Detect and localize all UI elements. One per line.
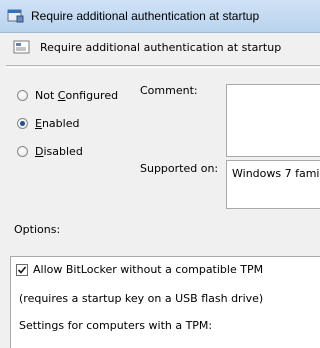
radio-not-configured[interactable]: Not Configured xyxy=(17,89,118,102)
radio-label: Disabled xyxy=(35,145,83,158)
checkmark-icon xyxy=(17,266,27,274)
window-title: Require additional authentication at sta… xyxy=(31,9,260,23)
policy-app-icon xyxy=(7,9,24,23)
options-label: Options: xyxy=(14,223,61,236)
radio-disabled[interactable]: Disabled xyxy=(17,145,83,158)
allow-bitlocker-checkbox[interactable] xyxy=(16,264,28,276)
allow-bitlocker-label[interactable]: Allow BitLocker without a compatible TPM xyxy=(33,263,263,276)
startup-key-note: (requires a startup key on a USB flash d… xyxy=(19,292,264,305)
radio-indicator[interactable] xyxy=(17,90,28,101)
supported-on-label: Supported on: xyxy=(140,162,219,175)
comment-textarea[interactable] xyxy=(226,84,320,157)
title-bar: Require additional authentication at sta… xyxy=(0,0,320,33)
policy-header-title: Require additional authentication at sta… xyxy=(40,41,282,54)
radio-label: Enabled xyxy=(35,117,80,130)
header-divider xyxy=(6,65,320,68)
radio-indicator[interactable] xyxy=(17,118,28,129)
radio-indicator[interactable] xyxy=(17,146,28,157)
radio-label: Not Configured xyxy=(35,89,119,102)
comment-label: Comment: xyxy=(140,84,198,97)
policy-setting-icon xyxy=(13,40,30,54)
options-panel[interactable]: Allow BitLocker without a compatible TPM… xyxy=(10,256,320,348)
supported-on-value: Windows 7 famil xyxy=(232,167,320,180)
tpm-settings-label: Settings for computers with a TPM: xyxy=(19,319,213,332)
radio-enabled[interactable]: Enabled xyxy=(17,117,79,130)
supported-on-field: Windows 7 famil xyxy=(226,160,320,209)
